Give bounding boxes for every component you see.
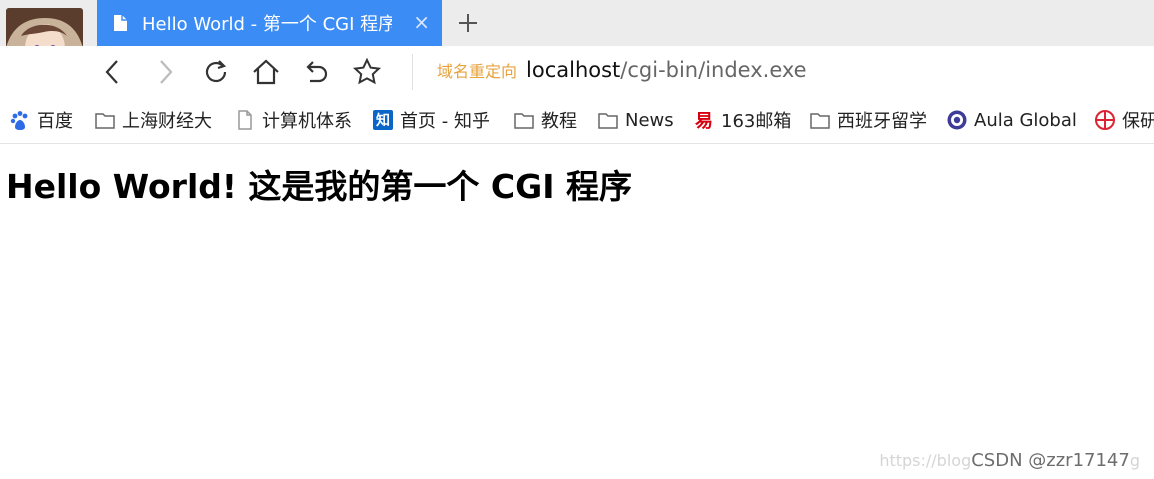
bookmark-aula-global[interactable]: Aula Global [946, 108, 1077, 132]
bookmark-baoyan[interactable]: 保研 [1094, 108, 1154, 132]
bookmark-label: 教程 [541, 111, 577, 132]
bookmark-computer-architecture[interactable]: 计算机体系 [234, 108, 354, 132]
watermark-faint-url: https://blog [879, 451, 972, 470]
folder-icon [513, 109, 535, 131]
folder-icon [809, 109, 831, 131]
svg-text:知: 知 [376, 112, 390, 129]
undo-icon [306, 61, 328, 83]
163-mail-icon: 易 [693, 109, 715, 131]
url-path: /cgi-bin/index.exe [620, 58, 807, 82]
tab-close-icon[interactable]: × [413, 10, 430, 34]
bookmark-label: 首页 - 知乎 [400, 111, 490, 132]
navigation-bar: 域名重定向 localhost /cgi-bin/index.exe [0, 46, 1154, 99]
zhihu-icon: 知 [372, 109, 394, 131]
folder-icon [597, 109, 619, 131]
home-button[interactable] [250, 56, 282, 88]
page-content: Hello World! 这是我的第一个 CGI 程序 [6, 160, 632, 208]
forward-button[interactable] [149, 56, 181, 88]
svg-text:易: 易 [695, 111, 713, 131]
bookmark-baidu[interactable]: 百度 [9, 108, 73, 132]
bookmark-label: 上海财经大 [122, 111, 212, 132]
folder-icon [94, 109, 116, 131]
url-host: localhost [526, 58, 621, 82]
bookmark-label: 163邮箱 [721, 111, 792, 132]
bookmark-label: 百度 [37, 111, 73, 132]
bookmark-label: 保研 [1122, 111, 1154, 132]
bookmark-label: 计算机体系 [262, 111, 352, 132]
csdn-watermark: https://blogCSDN @zzr17147g [879, 450, 1140, 471]
watermark-author: CSDN @zzr17147 [971, 450, 1130, 471]
tab-title: Hello World - 第一个 CGI 程序 [142, 14, 392, 35]
bookmark-163-mail[interactable]: 易 163邮箱 [693, 108, 791, 132]
grid-circle-icon [1094, 109, 1116, 131]
page-icon [234, 109, 256, 131]
star-icon [352, 57, 382, 85]
undo-close-button[interactable] [300, 56, 332, 88]
bookmark-folder-spain-study[interactable]: 西班牙留学 [809, 108, 927, 132]
back-arrow-icon [105, 60, 118, 84]
bookmark-zhihu[interactable]: 知 首页 - 知乎 [372, 108, 490, 132]
browser-chrome: Hello World - 第一个 CGI 程序 × 域名重定向 localho… [0, 0, 1154, 144]
forward-arrow-icon [160, 60, 173, 84]
bookmark-label: Aula Global [974, 109, 1077, 131]
bookmark-folder-shufe[interactable]: 上海财经大 [94, 108, 215, 132]
bookmark-star-button[interactable] [351, 56, 383, 88]
new-tab-button[interactable] [453, 6, 483, 40]
reload-button[interactable] [200, 56, 232, 88]
back-button[interactable] [97, 56, 129, 88]
bookmark-folder-news[interactable]: News [597, 108, 674, 132]
bookmark-label: News [625, 109, 674, 131]
page-heading: Hello World! 这是我的第一个 CGI 程序 [6, 167, 632, 206]
tab-active[interactable]: Hello World - 第一个 CGI 程序 × [97, 0, 442, 46]
toolbar-divider [412, 54, 413, 90]
document-icon [113, 14, 128, 32]
bookmarks-bar: 百度 上海财经大 计算机体系 知 首页 - 知乎 教程 News 易 163邮箱… [0, 98, 1154, 144]
reload-icon [205, 60, 227, 83]
plus-icon [459, 14, 477, 32]
tab-strip: Hello World - 第一个 CGI 程序 × [0, 0, 1154, 46]
address-bar[interactable]: 域名重定向 localhost /cgi-bin/index.exe [437, 58, 807, 86]
baidu-paw-icon [9, 109, 31, 131]
bookmark-folder-tutorials[interactable]: 教程 [513, 108, 577, 132]
home-icon [253, 59, 279, 85]
redirect-hint: 域名重定向 [437, 62, 518, 81]
aula-global-icon [946, 109, 968, 131]
watermark-tail: g [1129, 451, 1140, 470]
bookmark-label: 西班牙留学 [837, 111, 927, 132]
